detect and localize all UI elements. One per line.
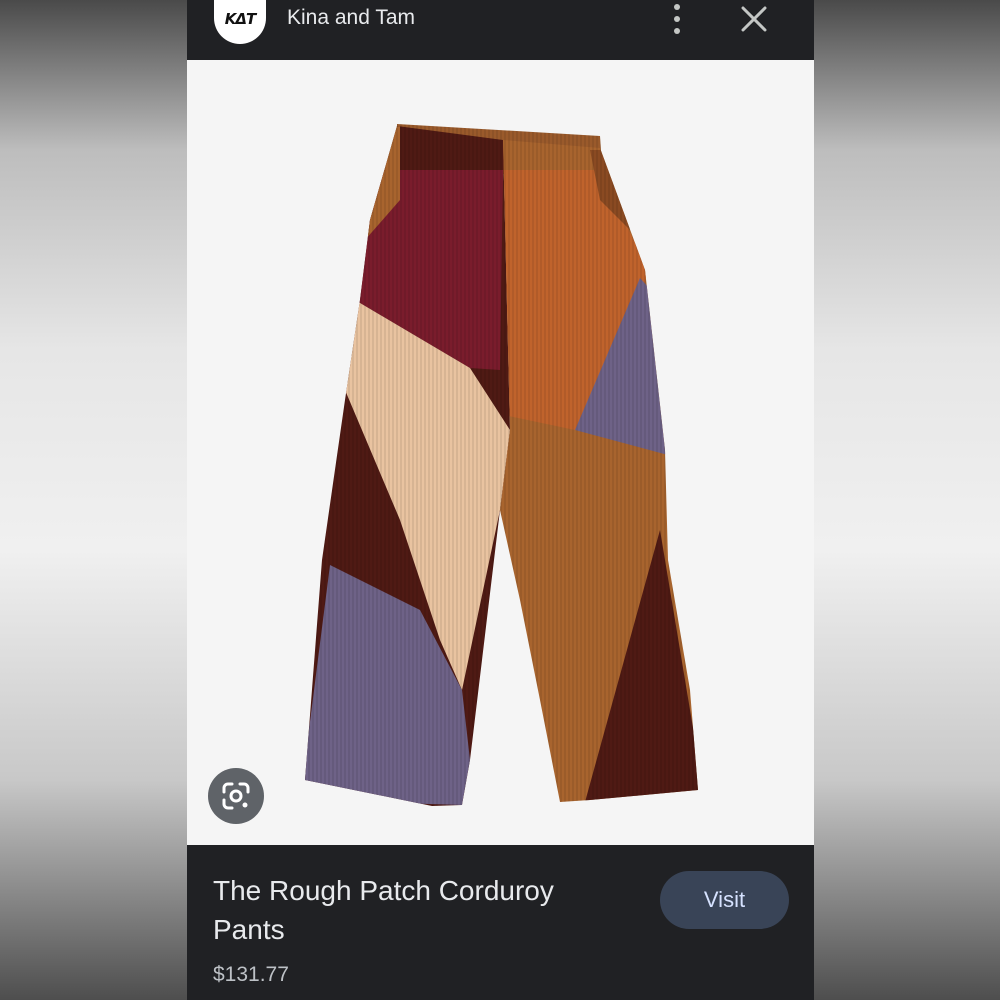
more-vert-icon[interactable] xyxy=(667,4,687,34)
source-name[interactable]: Kina and Tam xyxy=(287,6,415,30)
source-avatar[interactable]: KΔT xyxy=(214,0,266,44)
background-right xyxy=(814,0,1000,1000)
product-info: The Rough Patch Corduroy Pants $131.77 V… xyxy=(187,845,814,1000)
visit-button[interactable]: Visit xyxy=(660,871,789,929)
product-image-area[interactable] xyxy=(187,60,814,845)
product-image xyxy=(305,124,698,806)
product-title[interactable]: The Rough Patch Corduroy Pants xyxy=(213,871,613,949)
product-price: $131.77 xyxy=(213,963,289,986)
viewer-header: KΔT Kina and Tam xyxy=(187,0,814,60)
close-icon[interactable] xyxy=(739,4,769,34)
source-avatar-logo: KΔT xyxy=(224,10,256,28)
google-lens-icon[interactable] xyxy=(208,768,264,824)
image-viewer-panel: KΔT Kina and Tam The Rough Patch Corduro… xyxy=(187,0,814,1000)
background-left xyxy=(0,0,187,1000)
